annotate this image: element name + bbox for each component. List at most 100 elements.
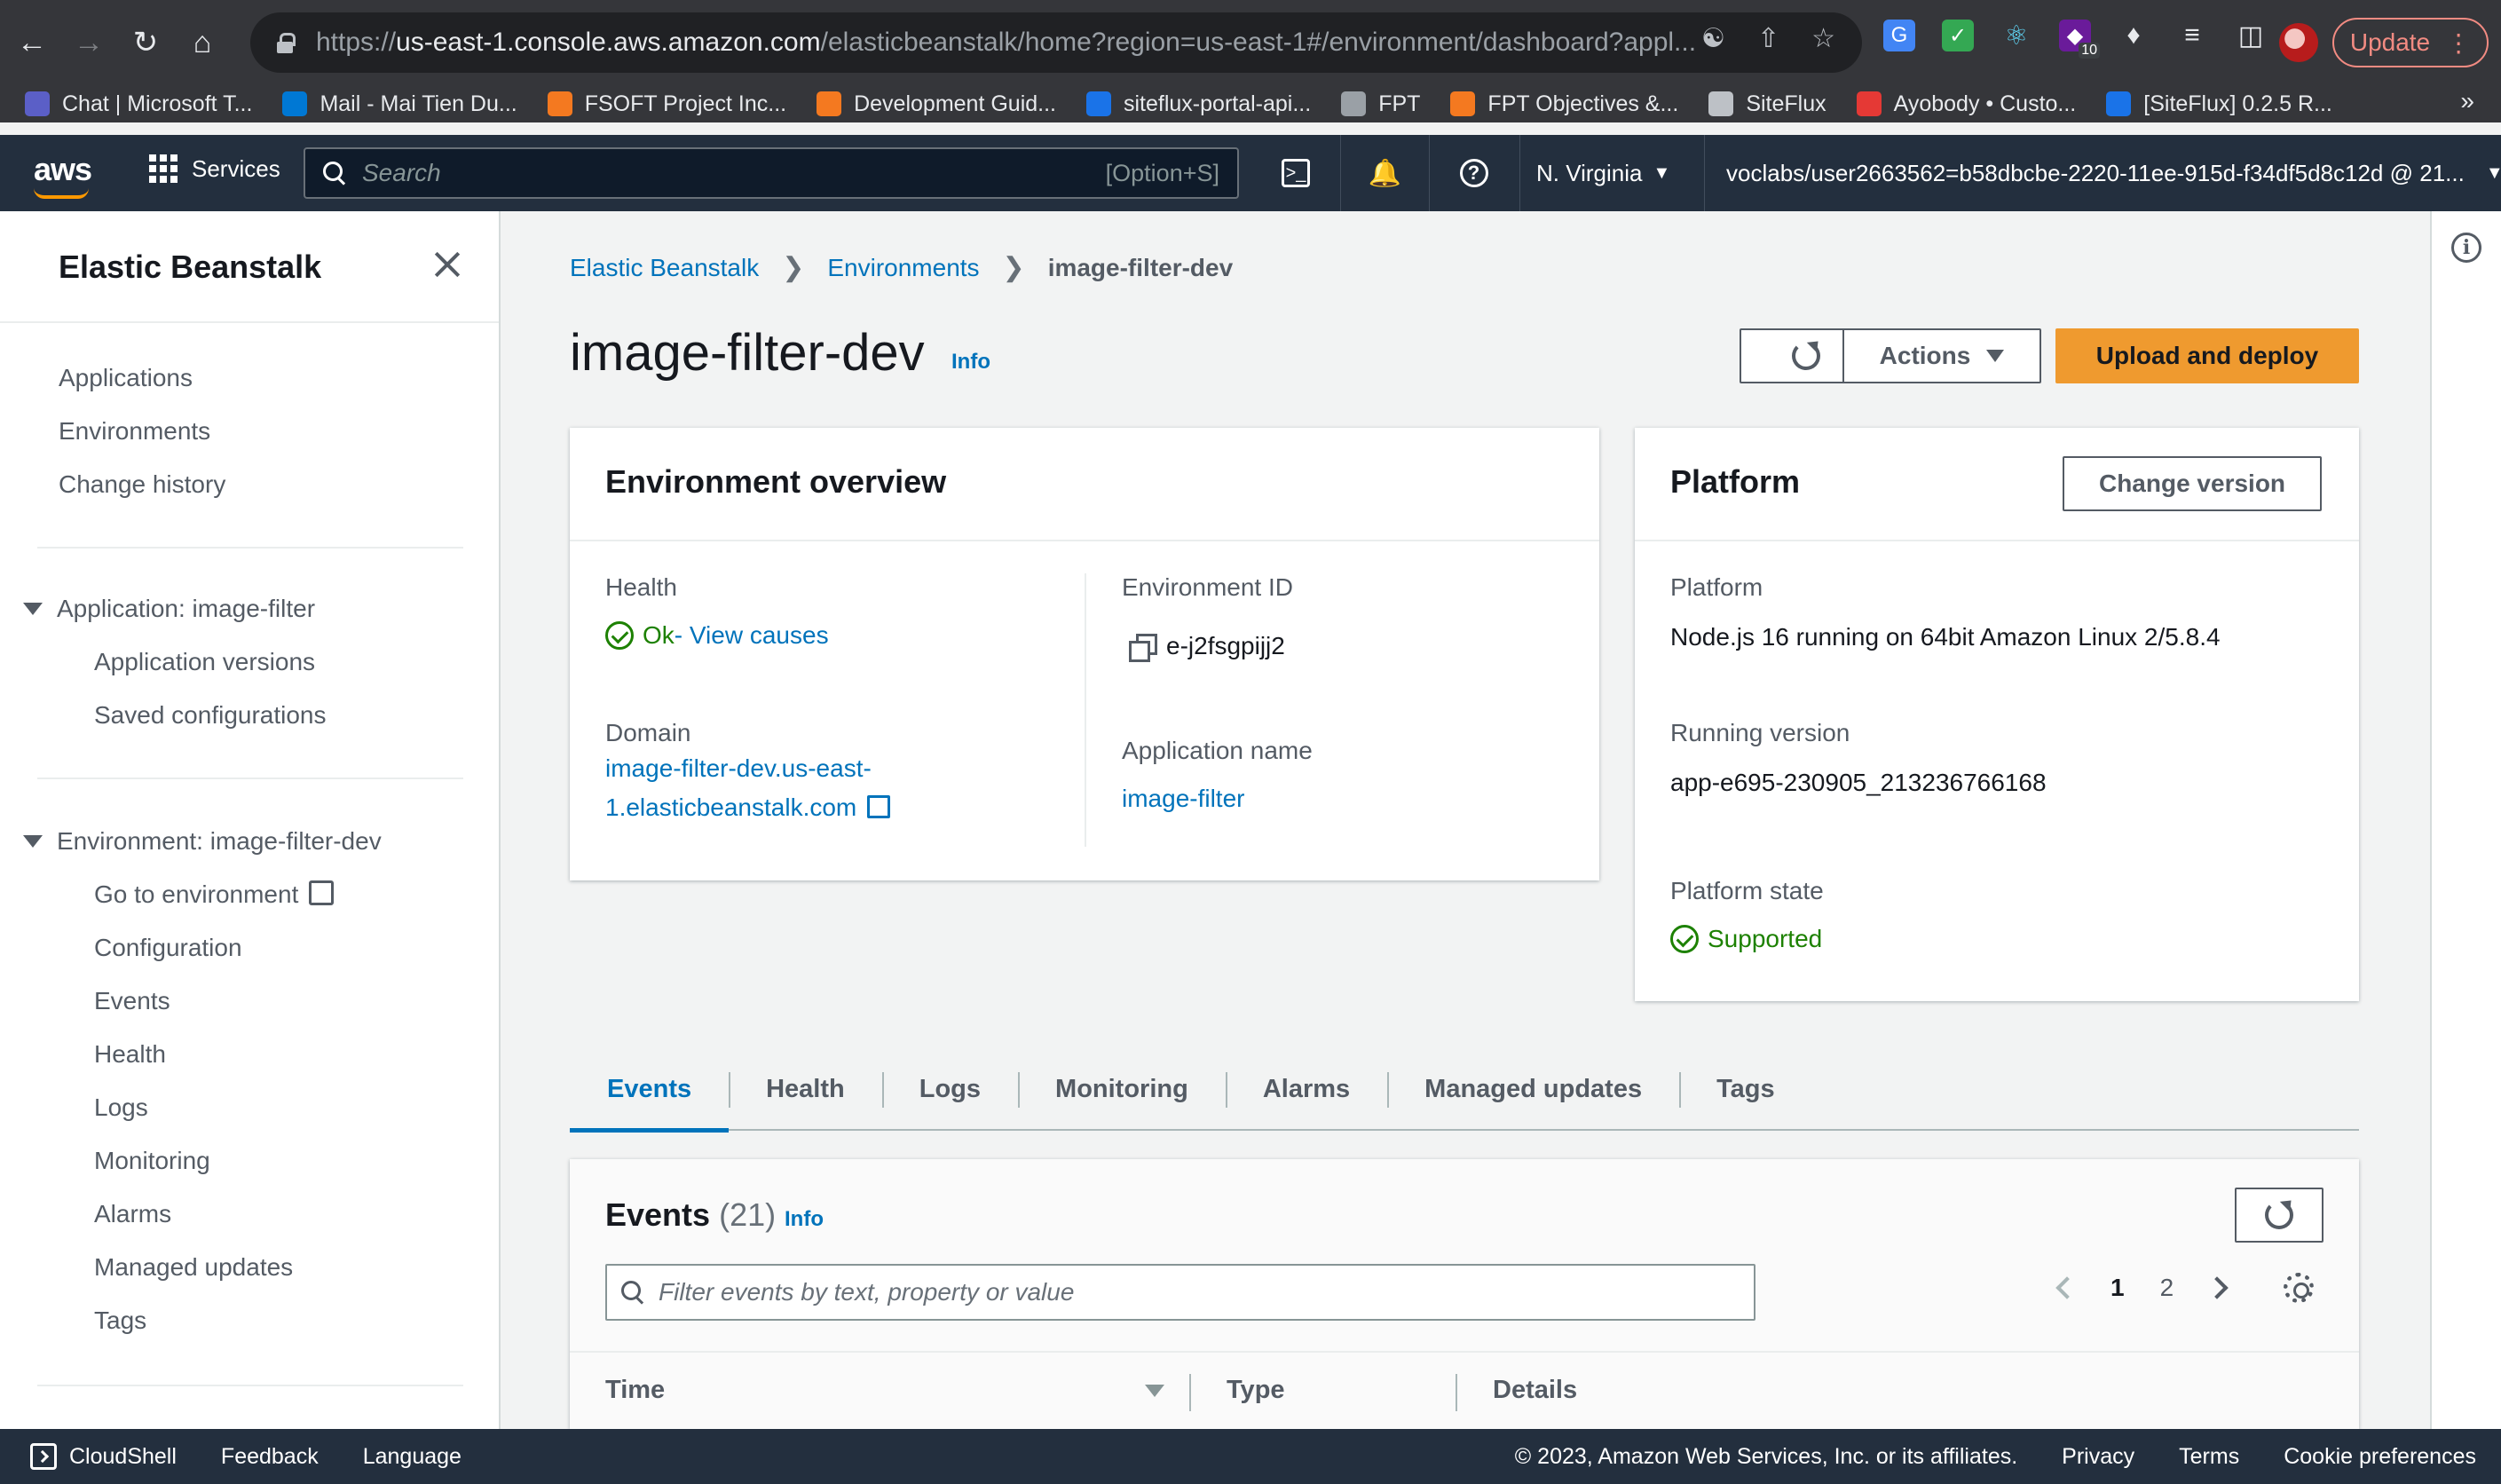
help-icon[interactable]: ?	[1429, 135, 1518, 211]
tab-managed-updates[interactable]: Managed updates	[1387, 1047, 1679, 1131]
home-icon[interactable]: ⌂	[178, 18, 227, 67]
sidebar-item-environments[interactable]: Environments	[59, 417, 210, 446]
page-2-button[interactable]: 2	[2160, 1274, 2174, 1302]
footer-feedback[interactable]: Feedback	[221, 1444, 319, 1470]
bookmark-favicon-icon	[1856, 91, 1882, 116]
footer-terms[interactable]: Terms	[2179, 1444, 2239, 1470]
google-translate-extension-icon[interactable]: G	[1883, 20, 1915, 51]
account-menu[interactable]: voclabs/user2663562=b58dbcbe-2220-11ee-9…	[1704, 135, 2501, 211]
bookmark-item[interactable]: [SiteFlux] 0.2.5 R...	[2106, 91, 2332, 117]
address-bar[interactable]: https://us-east-1.console.aws.amazon.com…	[250, 12, 1862, 73]
events-filter-input[interactable]: Filter events by text, property or value	[605, 1264, 1755, 1321]
puzzle-icon[interactable]: ♦	[2118, 20, 2150, 51]
sidebar-item-tags[interactable]: Tags	[94, 1306, 146, 1335]
page-1-button[interactable]: 1	[2110, 1274, 2125, 1302]
events-refresh-button[interactable]	[2235, 1188, 2323, 1243]
change-version-button[interactable]: Change version	[2063, 456, 2322, 511]
aws-logo[interactable]: aws	[34, 151, 92, 199]
footer-cookie-preferences[interactable]: Cookie preferences	[2284, 1444, 2476, 1470]
application-name-link[interactable]: image-filter	[1122, 779, 1244, 818]
gear-icon[interactable]	[2284, 1273, 2315, 1303]
share-icon[interactable]: ⇧	[1757, 23, 1779, 54]
notifications-bell-icon[interactable]: 🔔	[1340, 135, 1429, 211]
sort-down-icon[interactable]	[1145, 1385, 1164, 1397]
breadcrumb-elastic-beanstalk[interactable]: Elastic Beanstalk	[570, 254, 759, 282]
react-devtools-icon[interactable]: ⚛	[2000, 20, 2032, 51]
platform-label: Platform	[1670, 573, 1763, 601]
actions-button[interactable]: Actions	[1842, 328, 2041, 383]
tab-tags[interactable]: Tags	[1679, 1047, 1812, 1131]
bookmark-item[interactable]: SiteFlux	[1708, 91, 1826, 117]
sidebar-item-application-versions[interactable]: Application versions	[94, 648, 315, 676]
caret-down-icon	[23, 603, 43, 615]
events-info-link[interactable]: Info	[785, 1207, 824, 1232]
view-causes-link[interactable]: - View causes	[675, 621, 829, 650]
bookmark-item[interactable]: FSOFT Project Inc...	[547, 91, 786, 117]
chevron-right-icon[interactable]	[2205, 1276, 2229, 1299]
platform-title: Platform	[1670, 463, 1801, 500]
extension-badge-icon[interactable]: ◆ 10	[2059, 20, 2100, 59]
sidebar-item-alarms[interactable]: Alarms	[94, 1200, 171, 1228]
reading-list-icon[interactable]: ≡	[2176, 20, 2208, 51]
tab-events[interactable]: Events	[570, 1047, 730, 1133]
sidebar-item-applications[interactable]: Applications	[59, 364, 193, 392]
health-status: Ok - View causes	[605, 621, 829, 650]
translate-icon[interactable]: ☯	[1701, 23, 1725, 54]
sidebar-item-configuration[interactable]: Configuration	[94, 934, 242, 962]
tab-logs[interactable]: Logs	[881, 1047, 1018, 1131]
footer-language[interactable]: Language	[363, 1444, 462, 1470]
footer-cloudshell[interactable]: CloudShell	[69, 1444, 177, 1470]
events-count: (21)	[719, 1196, 777, 1233]
profile-avatar[interactable]	[2279, 23, 2318, 62]
bookmark-favicon-icon	[1708, 91, 1734, 116]
sidebar-item-monitoring[interactable]: Monitoring	[94, 1147, 210, 1175]
cloudshell-icon[interactable]: >_	[1251, 135, 1340, 211]
sidebar-item-events[interactable]: Events	[94, 987, 170, 1015]
shield-extension-icon[interactable]: ✓	[1942, 20, 1974, 51]
forward-icon[interactable]: →	[64, 18, 114, 67]
bookmark-item[interactable]: Ayobody • Custo...	[1856, 91, 2076, 117]
column-type[interactable]: Type	[1227, 1376, 1285, 1405]
footer-privacy[interactable]: Privacy	[2062, 1444, 2134, 1470]
info-icon[interactable]: i	[2451, 233, 2481, 263]
sidebar-item-logs[interactable]: Logs	[94, 1093, 148, 1122]
tab-health[interactable]: Health	[729, 1047, 882, 1131]
bookmark-item[interactable]: siteflux-portal-api...	[1086, 91, 1311, 117]
bookmark-item[interactable]: Chat | Microsoft T...	[25, 91, 252, 117]
back-icon[interactable]: ←	[7, 18, 57, 67]
refresh-icon	[2265, 1201, 2293, 1229]
upload-and-deploy-button[interactable]: Upload and deploy	[2055, 328, 2359, 383]
sidebar-item-managed-updates[interactable]: Managed updates	[94, 1253, 293, 1282]
sidebar-item-go-to-environment[interactable]: Go to environment	[94, 880, 335, 909]
close-icon[interactable]	[430, 247, 465, 282]
update-button[interactable]: Update ⋮	[2332, 18, 2489, 67]
check-circle-icon	[1670, 925, 1699, 953]
column-time[interactable]: Time	[605, 1376, 665, 1405]
column-details[interactable]: Details	[1493, 1376, 1577, 1405]
bookmark-item[interactable]: Development Guid...	[817, 91, 1056, 117]
sidebar-item-saved-configurations[interactable]: Saved configurations	[94, 701, 327, 730]
sidebar-section-application[interactable]: Application: image-filter	[23, 595, 315, 623]
reload-icon[interactable]: ↻	[121, 18, 170, 67]
copy-icon[interactable]	[1129, 634, 1157, 662]
side-panel-icon[interactable]: ◫	[2235, 20, 2267, 51]
sidebar-item-change-history[interactable]: Change history	[59, 470, 225, 499]
page-info-link[interactable]: Info	[951, 350, 990, 375]
domain-link[interactable]: image-filter-dev.us-east- 1.elasticbeans…	[605, 749, 891, 827]
environment-id-value: e-j2fsgpijj2	[1129, 632, 1285, 662]
bookmark-item[interactable]: FPT Objectives &...	[1450, 91, 1678, 117]
sidebar-section-environment[interactable]: Environment: image-filter-dev	[23, 827, 382, 856]
aws-search-input[interactable]: Search [Option+S]	[304, 147, 1239, 199]
star-icon[interactable]: ☆	[1811, 23, 1835, 54]
chevron-left-icon[interactable]	[2055, 1276, 2079, 1299]
tab-monitoring[interactable]: Monitoring	[1018, 1047, 1226, 1131]
bookmarks-overflow-icon[interactable]: »	[2460, 87, 2474, 115]
sidebar-item-health[interactable]: Health	[94, 1040, 166, 1069]
bookmark-item[interactable]: FPT	[1341, 91, 1420, 117]
extension-badge-count: 10	[2079, 43, 2100, 59]
bookmark-item[interactable]: Mail - Mai Tien Du...	[282, 91, 517, 117]
tab-alarms[interactable]: Alarms	[1225, 1047, 1387, 1131]
region-selector[interactable]: N. Virginia ▼	[1519, 135, 1670, 211]
services-menu[interactable]: Services	[149, 154, 280, 183]
breadcrumb-environments[interactable]: Environments	[827, 254, 979, 282]
